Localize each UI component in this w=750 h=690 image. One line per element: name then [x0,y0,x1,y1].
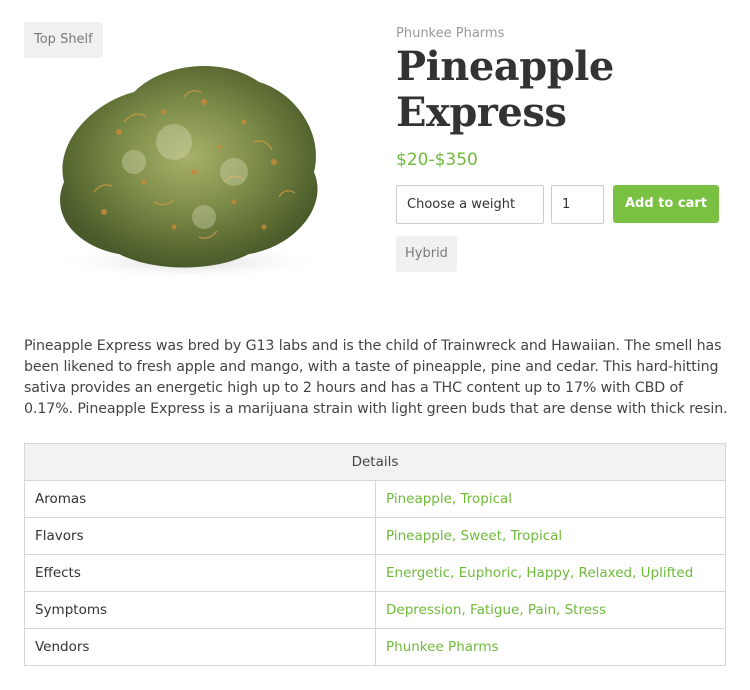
detail-value-vendors[interactable]: Phunkee Pharms [375,628,726,666]
vendor-name[interactable]: Phunkee Pharms [396,26,504,41]
detail-key-effects: Effects [24,554,376,592]
product-image [24,22,352,307]
product-description: Pineapple Express was bred by G13 labs a… [24,338,728,417]
top-shelf-badge: Top Shelf [24,22,103,58]
quantity-input[interactable]: 1 [551,185,604,224]
table-row: Symptoms Depression, Fatigue, Pain, Stre… [24,591,726,629]
detail-key-symptoms: Symptoms [24,591,376,629]
details-header-row: Details [24,443,726,481]
details-header: Details [24,443,726,481]
detail-key-aromas: Aromas [24,480,376,518]
detail-value-aromas[interactable]: Pineapple, Tropical [375,480,726,518]
table-row: Aromas Pineapple, Tropical [24,480,726,518]
detail-value-flavors[interactable]: Pineapple, Sweet, Tropical [375,517,726,555]
detail-value-effects[interactable]: Energetic, Euphoric, Happy, Relaxed, Upl… [375,554,726,592]
weight-select[interactable]: Choose a weight [396,185,544,224]
table-row: Vendors Phunkee Pharms [24,628,726,666]
detail-key-flavors: Flavors [24,517,376,555]
add-to-cart-button[interactable]: Add to cart [613,185,719,223]
table-row: Flavors Pineapple, Sweet, Tropical [24,517,726,555]
cannabis-bud-icon [49,65,329,280]
strain-type-badge[interactable]: Hybrid [396,236,457,272]
product-summary: Top Shelf Phunkee Pharms Pineapple Expre… [0,0,750,320]
detail-key-vendors: Vendors [24,628,376,666]
detail-value-symptoms[interactable]: Depression, Fatigue, Pain, Stress [375,591,726,629]
price-range: $20-$350 [396,150,478,170]
table-row: Effects Energetic, Euphoric, Happy, Rela… [24,554,726,592]
details-table: Details Aromas Pineapple, Tropical Flavo… [24,443,726,666]
product-title: Pineapple Express [396,43,614,136]
